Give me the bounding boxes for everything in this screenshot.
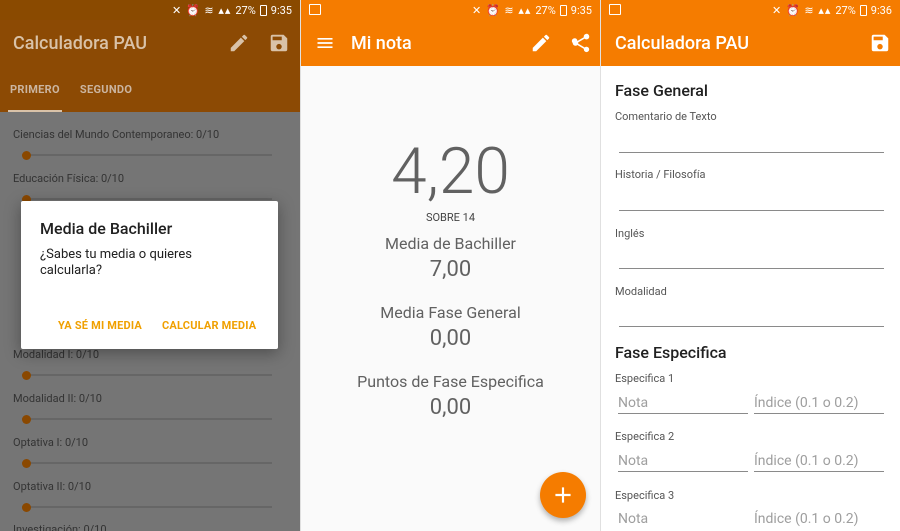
tab-segundo[interactable]: SEGUNDO <box>70 66 142 112</box>
grade-scale: SOBRE 14 <box>425 211 476 224</box>
status-time: 9:36 <box>870 3 892 17</box>
slider-track[interactable] <box>22 154 272 156</box>
battery-icon <box>859 4 867 16</box>
tab-primero[interactable]: PRIMERO <box>0 66 70 112</box>
field-label: Especifica 1 <box>615 372 675 385</box>
status-icons: ✕ ⏰ ≋ ▴▴ <box>172 3 232 17</box>
screen-my-grade: ✕ ⏰ ≋ ▴▴ 27% 9:35 Mi nota 4,20 SOBRE 14 … <box>300 0 600 531</box>
screen-calculator-dialog: ✕ ⏰ ≋ ▴▴ 27% 9:35 Calculadora PAU PRIMER… <box>0 0 300 531</box>
tab-bar: PRIMERO SEGUNDO <box>0 66 300 112</box>
indice-input-2[interactable]: Índice (0.1 o 0.2) <box>754 453 859 469</box>
status-icons: ✕ ⏰ ≋ ▴▴ <box>472 3 532 17</box>
nota-input-1[interactable]: Nota <box>618 395 648 411</box>
gallery-notification-icon <box>609 4 621 15</box>
app-bar: Calculadora PAU <box>0 20 300 66</box>
share-icon[interactable] <box>568 30 594 56</box>
gallery-notification-icon <box>309 4 321 15</box>
slider-track[interactable] <box>22 462 272 464</box>
dialog-message: ¿Sabes tu media o quieres calcularla? <box>40 247 192 278</box>
field-label: Modalidad <box>615 285 667 298</box>
field-label: Inglés <box>615 227 645 240</box>
subject-label: Modalidad I: 0/10 <box>13 348 100 361</box>
specific-phase-value: 0,00 <box>429 395 472 420</box>
status-icons: ✕ ⏰ ≋ ▴▴ <box>772 3 832 17</box>
slider-thumb[interactable] <box>22 371 31 380</box>
save-icon[interactable] <box>867 30 893 56</box>
specific-phase-label: Puntos de Fase Especifica <box>357 372 544 391</box>
field-label: Especifica 3 <box>615 489 675 502</box>
plus-icon <box>555 487 571 503</box>
known-average-button[interactable]: YA SÉ MI MEDIA <box>58 319 142 332</box>
status-time: 9:35 <box>570 3 592 17</box>
battery-icon <box>559 4 567 16</box>
indice-underline <box>754 471 884 472</box>
nota-underline <box>618 413 748 414</box>
app-title: Calculadora PAU <box>615 32 750 54</box>
status-bar: ✕ ⏰ ≋ ▴▴ 27% 9:35 <box>301 0 600 20</box>
save-icon[interactable] <box>266 30 292 56</box>
slider-thumb[interactable] <box>22 503 31 512</box>
nota-input-2[interactable]: Nota <box>618 453 648 469</box>
subject-label: Investigación: 0/10 <box>13 523 107 531</box>
menu-icon[interactable] <box>312 30 338 56</box>
battery-percent: 27% <box>835 3 856 17</box>
add-fab-button[interactable] <box>540 472 586 518</box>
ingles-input[interactable] <box>619 268 884 269</box>
bachiller-average-value: 7,00 <box>429 257 472 282</box>
bachiller-dialog: Media de Bachiller ¿Sabes tu media o qui… <box>21 201 278 349</box>
slider-track[interactable] <box>22 506 272 508</box>
comentario-input[interactable] <box>619 152 884 153</box>
field-label: Comentario de Texto <box>615 110 717 123</box>
indice-input-3[interactable]: Índice (0.1 o 0.2) <box>754 511 859 527</box>
app-bar: Calculadora PAU <box>601 20 900 66</box>
slider-thumb[interactable] <box>22 415 31 424</box>
slider-track[interactable] <box>22 198 272 200</box>
specific-phase-heading: Fase Especifica <box>615 343 727 362</box>
slider-track[interactable] <box>22 418 272 420</box>
battery-percent: 27% <box>235 3 256 17</box>
status-bar: ✕ ⏰ ≋ ▴▴ 27% 9:35 <box>0 0 300 20</box>
screen-pau-form: ✕ ⏰ ≋ ▴▴ 27% 9:36 Calculadora PAU Fase G… <box>600 0 900 531</box>
nota-input-3[interactable]: Nota <box>618 511 648 527</box>
subject-label: Optativa I: 0/10 <box>13 436 89 449</box>
screenshots: ✕ ⏰ ≋ ▴▴ 27% 9:35 Calculadora PAU PRIMER… <box>0 0 900 531</box>
subject-label: Modalidad II: 0/10 <box>13 392 102 405</box>
general-phase-value: 0,00 <box>429 326 472 351</box>
edit-icon[interactable] <box>528 30 554 56</box>
general-phase-heading: Fase General <box>615 81 708 100</box>
battery-icon <box>259 4 267 16</box>
battery-percent: 27% <box>535 3 556 17</box>
field-label: Historia / Filosofía <box>615 168 706 181</box>
modalidad-input[interactable] <box>619 326 884 327</box>
dialog-title: Media de Bachiller <box>40 219 173 238</box>
slider-track[interactable] <box>22 374 272 376</box>
slider-thumb[interactable] <box>22 459 31 468</box>
subject-label: Ciencias del Mundo Contemporaneo: 0/10 <box>13 128 220 141</box>
indice-input-1[interactable]: Índice (0.1 o 0.2) <box>754 395 859 411</box>
final-grade: 4,20 <box>391 134 510 209</box>
calculate-average-button[interactable]: CALCULAR MEDIA <box>162 319 256 332</box>
field-label: Especifica 2 <box>615 430 675 443</box>
subject-label: Educación Física: 0/10 <box>13 172 125 185</box>
slider-thumb[interactable] <box>22 151 31 160</box>
app-title: Calculadora PAU <box>13 32 148 54</box>
general-phase-label: Media Fase General <box>380 303 521 322</box>
bachiller-average-label: Media de Bachiller <box>385 234 516 253</box>
indice-underline <box>754 413 884 414</box>
historia-input[interactable] <box>619 210 884 211</box>
status-bar: ✕ ⏰ ≋ ▴▴ 27% 9:36 <box>601 0 900 20</box>
app-title: Mi nota <box>351 32 412 54</box>
app-bar: Mi nota <box>301 20 600 66</box>
subject-label: Optativa II: 0/10 <box>13 480 92 493</box>
nota-underline <box>618 471 748 472</box>
edit-icon[interactable] <box>226 30 252 56</box>
status-time: 9:35 <box>270 3 292 17</box>
